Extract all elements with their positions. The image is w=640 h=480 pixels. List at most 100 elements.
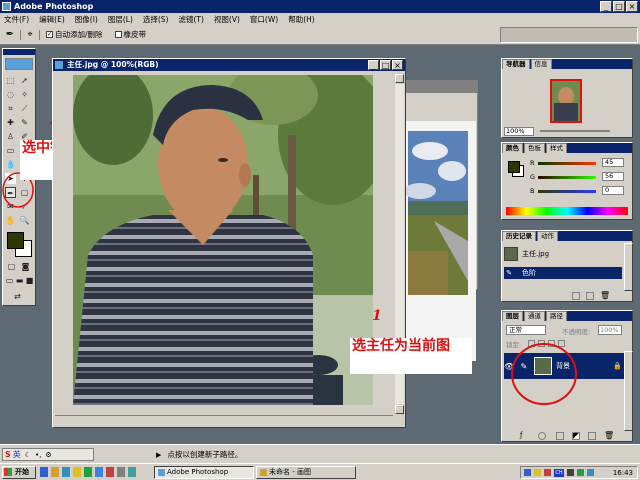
quick-launch-desktop-icon[interactable] [62, 467, 70, 477]
layer-mask-icon[interactable] [538, 432, 546, 440]
color-panel-foreground-swatch[interactable] [508, 161, 520, 173]
channel-g-slider[interactable] [538, 176, 596, 179]
quick-launch-outlook-icon[interactable] [73, 467, 81, 477]
auto-add-delete-checkbox[interactable]: ✓ [46, 31, 53, 38]
ime-toolbar[interactable]: S 英 ☾ •, ⚙ [2, 448, 94, 461]
history-new-snapshot-icon[interactable] [586, 292, 594, 300]
quick-launch-app4-icon[interactable] [128, 467, 136, 477]
pen-path-icon[interactable]: ⌖ [20, 29, 40, 40]
document-close-button[interactable]: × [392, 60, 403, 70]
vertical-scroll-down-button[interactable] [395, 405, 404, 414]
eraser-tool-icon[interactable]: ▭ [5, 145, 16, 156]
taskbar-photoshop-button[interactable]: Adobe Photoshop [154, 466, 254, 479]
menu-layer[interactable]: 图层(L) [108, 14, 133, 25]
rubber-band-checkbox[interactable] [114, 31, 122, 38]
navigator-zoom-field[interactable]: 100% [504, 127, 534, 136]
document-maximize-button[interactable]: □ [380, 60, 391, 70]
vertical-scroll-up-button[interactable] [395, 74, 404, 83]
tab-info[interactable]: 信息 [530, 59, 552, 69]
brush-tool-icon[interactable]: ✎ [19, 117, 30, 128]
menu-filter[interactable]: 滤镜(T) [179, 14, 204, 25]
menu-edit[interactable]: 编辑(E) [39, 14, 65, 25]
tab-color[interactable]: 颜色 [502, 143, 523, 153]
crop-tool-icon[interactable]: ⌗ [5, 103, 16, 114]
history-delete-icon[interactable]: 🗑 [600, 291, 610, 300]
quick-mask-icon[interactable]: ◙ [20, 261, 31, 272]
channel-g-value[interactable]: 56 [602, 172, 624, 181]
healing-brush-tool-icon[interactable]: ✚ [5, 117, 16, 128]
clone-stamp-tool-icon[interactable]: ♙ [5, 131, 16, 142]
quick-launch-player-icon[interactable] [84, 467, 92, 477]
tray-app3-icon[interactable] [577, 469, 584, 476]
quick-launch-app1-icon[interactable] [95, 467, 103, 477]
menu-select[interactable]: 选择(S) [143, 14, 169, 25]
layer-style-icon[interactable]: ƒ [520, 431, 522, 439]
layers-scrollbar[interactable] [624, 351, 633, 431]
hand-tool-icon[interactable]: ✋ [5, 215, 16, 226]
history-new-document-icon[interactable] [572, 292, 580, 300]
menu-view[interactable]: 视图(V) [214, 14, 240, 25]
minimize-button[interactable]: _ [600, 1, 612, 12]
quick-launch-folder-icon[interactable] [51, 467, 59, 477]
tab-navigator[interactable]: 导航器 [502, 59, 530, 69]
document-minimize-button[interactable]: _ [368, 60, 379, 70]
history-scrollbar[interactable] [624, 243, 633, 291]
blur-tool-icon[interactable]: 💧 [5, 159, 16, 170]
slice-tool-icon[interactable]: ⟋ [19, 103, 30, 114]
tray-app1-icon[interactable] [534, 469, 541, 476]
menu-help[interactable]: 帮助(H) [288, 14, 315, 25]
navigator-zoom-slider[interactable] [540, 130, 610, 132]
layer-set-icon[interactable] [556, 432, 564, 440]
quick-launch-ie-icon[interactable] [40, 467, 48, 477]
tab-channels[interactable]: 通道 [524, 311, 545, 321]
ime-moon-icon[interactable]: ☾ [25, 451, 31, 459]
tray-network-icon[interactable] [524, 469, 531, 476]
marquee-tool-icon[interactable]: ⬚ [5, 75, 16, 86]
menu-file[interactable]: 文件(F) [4, 14, 29, 25]
tray-clock[interactable]: 16:43 [613, 469, 633, 477]
delete-layer-icon[interactable]: 🗑 [604, 431, 614, 440]
ime-punct-icon[interactable]: •, [35, 451, 41, 459]
foreground-color-swatch[interactable] [7, 232, 24, 249]
tab-swatches[interactable]: 色板 [524, 143, 545, 153]
screen-mode-full-icon[interactable]: ■ [24, 275, 35, 286]
menu-window[interactable]: 窗口(W) [250, 14, 278, 25]
close-button[interactable]: × [626, 1, 638, 12]
history-state-row[interactable]: ✎ 色阶 [504, 267, 622, 279]
new-layer-icon[interactable] [588, 432, 596, 440]
ime-mode-label[interactable]: 英 [13, 449, 21, 460]
status-message: ▶ 点按以创建新子路径。 [156, 448, 526, 461]
photoshop-logo-icon[interactable] [5, 58, 33, 70]
blend-mode-select[interactable]: 正常 [506, 325, 546, 335]
tab-layers[interactable]: 图层 [502, 311, 523, 321]
tab-paths[interactable]: 路径 [546, 311, 567, 321]
ime-tool-icon[interactable]: ⚙ [45, 451, 51, 459]
color-spectrum-bar[interactable] [506, 207, 628, 215]
move-tool-icon[interactable]: ➚ [19, 75, 30, 86]
tray-app2-icon[interactable] [544, 469, 551, 476]
maximize-button[interactable]: □ [613, 1, 625, 12]
quick-launch-app2-icon[interactable] [106, 467, 114, 477]
magic-wand-tool-icon[interactable]: ✧ [19, 89, 30, 100]
opacity-field[interactable]: 100% [598, 325, 622, 335]
channel-r-slider[interactable] [538, 162, 596, 165]
tab-styles[interactable]: 样式 [546, 143, 567, 153]
channel-b-slider[interactable] [538, 190, 596, 193]
history-snapshot-row[interactable]: 主任.jpg [504, 245, 622, 263]
channel-b-value[interactable]: 0 [602, 186, 624, 195]
lasso-tool-icon[interactable]: ◌ [5, 89, 16, 100]
tray-language-icon[interactable]: CH [554, 468, 564, 477]
menu-image[interactable]: 图像(I) [75, 14, 98, 25]
channel-r-value[interactable]: 45 [602, 158, 624, 167]
taskbar-paint-button[interactable]: 未命名 - 画图 [256, 466, 356, 479]
standard-mode-icon[interactable]: ▢ [6, 261, 17, 272]
jump-to-imageready-icon[interactable]: ⇄ [12, 291, 23, 302]
tray-app4-icon[interactable] [587, 469, 594, 476]
zoom-tool-icon[interactable]: 🔍 [19, 215, 30, 226]
tab-actions[interactable]: 动作 [537, 231, 558, 241]
navigator-thumbnail[interactable] [550, 79, 582, 123]
tab-history[interactable]: 历史记录 [502, 231, 536, 241]
tray-volume-icon[interactable] [567, 469, 574, 476]
quick-launch-app3-icon[interactable] [117, 467, 125, 477]
adjustment-layer-icon[interactable] [572, 432, 580, 440]
